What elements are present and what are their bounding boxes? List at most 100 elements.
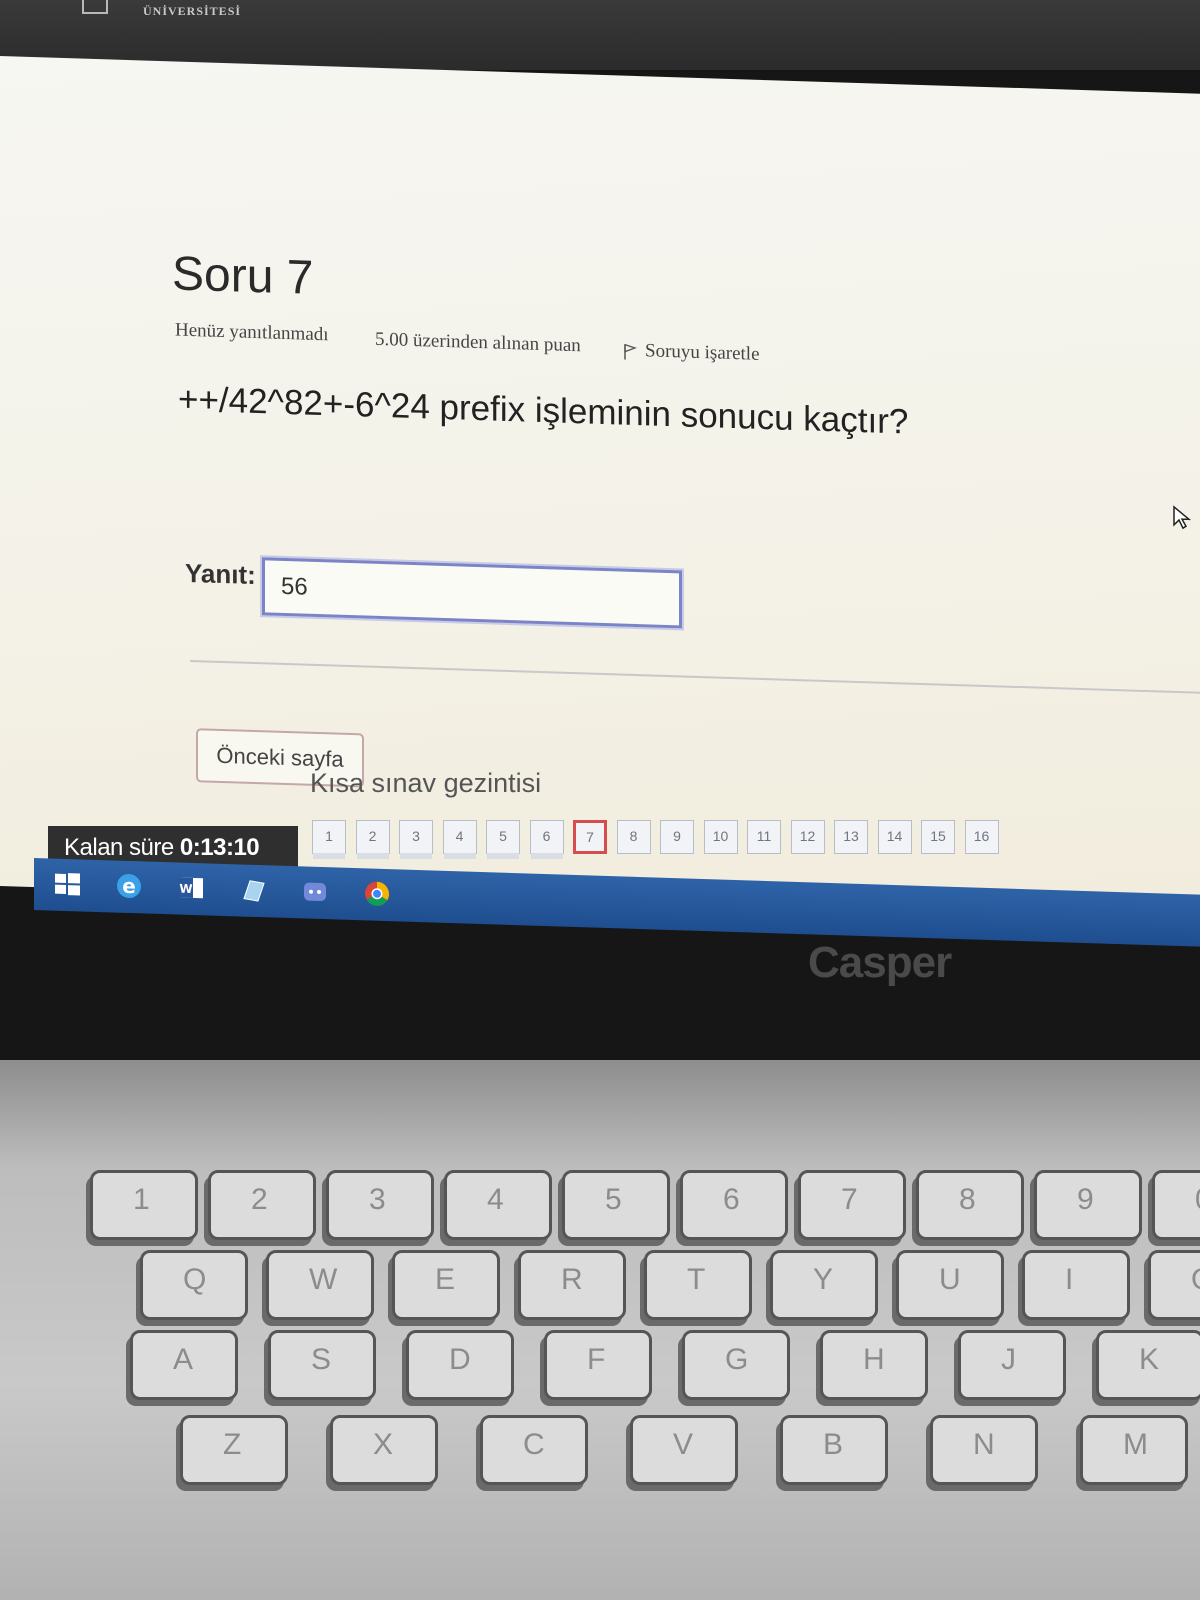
keyboard-key-label: G — [725, 1343, 749, 1376]
keyboard-key: C — [480, 1415, 588, 1485]
answer-input[interactable] — [262, 557, 682, 629]
keyboard-key: 7 — [798, 1170, 906, 1240]
keyboard-key-label: O — [1191, 1263, 1200, 1296]
quiz-nav-progress-bar — [313, 853, 345, 859]
laptop-bezel-top: ÜNİVERSİTESİ — [0, 0, 1200, 70]
keyboard-key: F — [544, 1330, 652, 1400]
paint-icon[interactable] — [238, 874, 268, 905]
keyboard-key-label: V — [673, 1428, 694, 1461]
keyboard-key: 8 — [916, 1170, 1024, 1240]
keyboard-key-label: I — [1065, 1263, 1074, 1296]
quiz-nav-button-label: 10 — [712, 828, 729, 844]
word-icon[interactable]: W — [176, 872, 206, 903]
windows-start-icon[interactable] — [52, 869, 82, 900]
quiz-nav-button-8[interactable]: 8 — [616, 820, 651, 854]
quiz-nav-button-3[interactable]: 3 — [399, 820, 433, 859]
laptop-brand-logo: Casper — [808, 938, 952, 987]
quiz-nav-button-15[interactable]: 15 — [921, 820, 955, 854]
quiz-nav-button-7[interactable]: 7 — [573, 820, 607, 854]
keyboard-key: H — [820, 1330, 928, 1400]
quiz-nav-button-label: 2 — [368, 828, 377, 844]
quiz-nav-button-11[interactable]: 11 — [747, 820, 781, 854]
quiz-nav-button-2[interactable]: 2 — [355, 820, 390, 859]
quiz-nav-progress-bar — [530, 853, 563, 859]
keyboard-key: X — [330, 1415, 438, 1485]
flag-icon — [624, 343, 637, 360]
quiz-nav-button-label: 15 — [930, 828, 946, 844]
svg-text:e: e — [122, 874, 136, 898]
question-title: Soru 7 — [172, 247, 314, 305]
question-state: Henüz yanıtlanmadı — [175, 319, 329, 346]
quiz-nav-button-4[interactable]: 4 — [442, 820, 477, 859]
keyboard-key: 0 — [1152, 1170, 1200, 1240]
quiz-nav-button-10[interactable]: 10 — [703, 820, 738, 854]
keyboard-key-label: Y — [813, 1263, 834, 1296]
keyboard-key-label: U — [939, 1263, 961, 1296]
keyboard-key-label: 7 — [841, 1183, 858, 1216]
quiz-nav-button-label: 4 — [455, 828, 464, 844]
question-info: Henüz yanıtlanmadı 5.00 üzerinden alınan… — [175, 319, 795, 366]
keyboard-key-label: 9 — [1077, 1183, 1094, 1216]
keyboard-key-label: F — [587, 1343, 606, 1376]
edge-icon[interactable]: e — [114, 871, 144, 902]
quiz-nav-progress-bar — [356, 853, 389, 859]
keyboard-key-label: Z — [223, 1428, 242, 1461]
quiz-nav-button-16[interactable]: 16 — [964, 820, 999, 854]
keyboard-key: 1 — [90, 1170, 198, 1240]
quiz-nav-button-label: 8 — [629, 828, 638, 844]
quiz-nav-button-label: 14 — [886, 828, 903, 844]
keyboard-key: N — [930, 1415, 1038, 1485]
quiz-nav-button-6[interactable]: 6 — [529, 820, 564, 859]
quiz-nav-button-5[interactable]: 5 — [486, 820, 520, 859]
question-text: ++/42^82+-6^24 prefix işleminin sonucu k… — [178, 379, 909, 442]
keyboard-key: 9 — [1034, 1170, 1142, 1240]
browser-screen: Soru 7 Henüz yanıtlanmadı 5.00 üzerinden… — [0, 56, 1200, 924]
keyboard-key-label: C — [523, 1428, 545, 1461]
keyboard-key: Q — [140, 1250, 248, 1320]
quiz-nav-button-13[interactable]: 13 — [834, 820, 868, 854]
keyboard-key: A — [130, 1330, 238, 1400]
keyboard-key: Y — [770, 1250, 878, 1320]
keyboard-key-label: 3 — [369, 1183, 386, 1216]
keyboard-key: 2 — [208, 1170, 316, 1240]
keyboard-key-label: 1 — [133, 1183, 150, 1216]
keyboard-key: G — [682, 1330, 790, 1400]
chrome-icon[interactable] — [362, 878, 392, 909]
keyboard-key-label: 6 — [723, 1183, 740, 1216]
answer-label: Yanıt: — [185, 557, 256, 591]
keyboard-key: M — [1080, 1415, 1188, 1485]
keyboard-key: T — [644, 1250, 752, 1320]
keyboard-key: 6 — [680, 1170, 788, 1240]
keyboard-key-label: Q — [183, 1263, 207, 1296]
keyboard-key: 3 — [326, 1170, 434, 1240]
keyboard-key: S — [268, 1330, 376, 1400]
quiz-nav-button-label: 12 — [799, 828, 816, 844]
quiz-nav-button-9[interactable]: 9 — [660, 820, 694, 854]
quiz-nav-button-label: 1 — [325, 828, 333, 844]
keyboard-key-label: 4 — [487, 1183, 504, 1216]
keyboard-key-label: 0 — [1195, 1183, 1200, 1216]
svg-text:W: W — [179, 882, 192, 896]
keyboard-key: B — [780, 1415, 888, 1485]
keyboard-key-label: N — [973, 1428, 995, 1461]
keyboard-key: J — [958, 1330, 1066, 1400]
quiz-navigation: 1 2 3 4 5 6 7 8 9 10 11 12 13 14 15 16 — [312, 820, 1192, 860]
quiz-nav-button-12[interactable]: 12 — [790, 820, 825, 854]
quiz-nav-button-label: 5 — [499, 828, 507, 844]
quiz-nav-button-label: 6 — [542, 828, 551, 844]
keyboard-key-label: 8 — [959, 1183, 976, 1216]
university-logo — [82, 0, 108, 14]
quiz-nav-button-1[interactable]: 1 — [312, 820, 346, 859]
keyboard-key: E — [392, 1250, 500, 1320]
keyboard-key-label: D — [449, 1343, 471, 1376]
discord-icon[interactable] — [300, 876, 330, 907]
mouse-cursor-icon — [1173, 505, 1192, 530]
keyboard-key-label: H — [863, 1343, 885, 1376]
keyboard-key-label: S — [311, 1343, 332, 1376]
keyboard-key-label: X — [373, 1428, 394, 1461]
quiz-nav-progress-bar — [487, 853, 519, 859]
quiz-nav-button-14[interactable]: 14 — [877, 820, 912, 854]
keyboard-key-label: E — [435, 1263, 456, 1296]
keyboard-key: R — [518, 1250, 626, 1320]
quiz-nav-button-label: 11 — [756, 828, 772, 844]
